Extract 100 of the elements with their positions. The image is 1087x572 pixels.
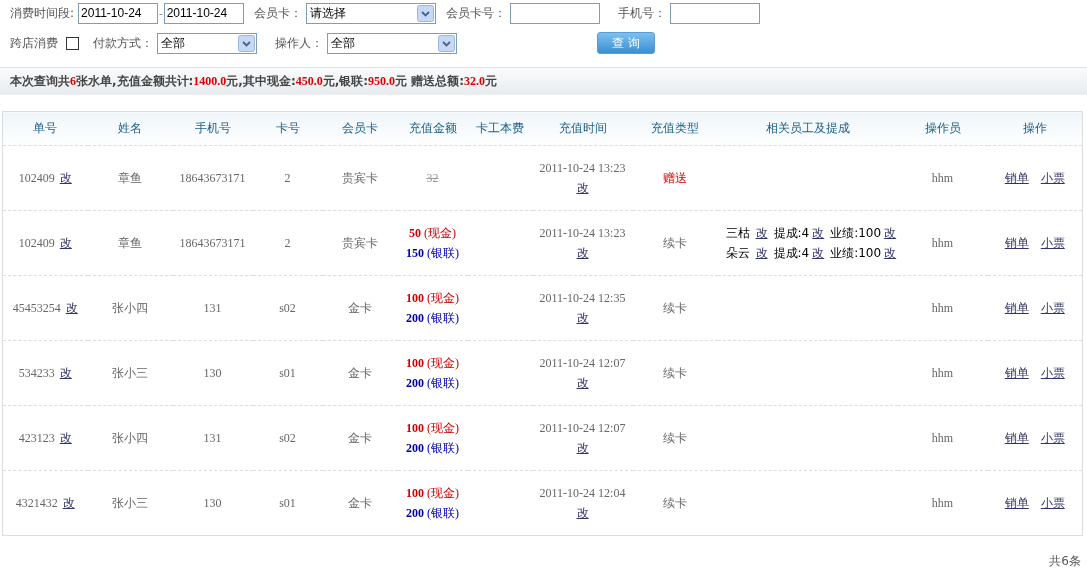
receipt-link[interactable]: 小票 [1040,236,1065,250]
performance-text: 业绩:100 [830,226,882,240]
card-number: s02 [279,431,296,445]
summary-text: 本次查询共6张水单,充值金额共计:1400.0元,其中现金:450.0元,银联:950.0元 赠送总额:32.0元 [0,67,1087,95]
cross-store-label: 跨店消费 [10,34,58,52]
edit-link[interactable]: 改 [576,181,589,195]
date-from-field[interactable]: 2011-10-24 [78,2,159,24]
column-header: 姓名 [87,111,173,146]
card-number: s01 [279,496,296,510]
payment-select[interactable]: 全部 [157,32,257,54]
edit-link[interactable]: 改 [59,236,72,250]
performance-text: 业绩:100 [830,246,882,260]
order-number: 534233 [18,366,55,380]
customer-name: 章鱼 [118,171,142,185]
operator-name: hhm [931,171,954,185]
operator-name: hhm [931,496,954,510]
card-type: 金卡 [348,366,372,380]
column-header: 会员卡 [322,111,398,146]
customer-name: 张小四 [112,431,148,445]
operator-name: hhm [931,301,954,315]
phone-number: 130 [203,366,222,380]
recharge-type: 续卡 [663,496,687,510]
recharge-time: 2011-10-24 13:23 [539,226,626,240]
edit-link[interactable]: 改 [576,441,589,455]
phone-number: 131 [203,301,222,315]
cancel-link[interactable]: 销单 [1004,496,1029,510]
staff-name: 朵云 [725,246,750,260]
date-separator: - [159,7,163,19]
operator-select[interactable]: 全部 [327,32,457,54]
amount-text: 100 (现金) [405,290,460,307]
card-type: 金卡 [348,431,372,445]
edit-link[interactable]: 改 [59,366,72,380]
cancel-link[interactable]: 销单 [1004,171,1029,185]
edit-link[interactable]: 改 [576,311,589,325]
date-label: 消费时间段: [10,4,75,22]
card-number-field[interactable] [509,2,600,24]
phone-number: 131 [203,431,222,445]
customer-name: 张小四 [112,301,148,315]
receipt-link[interactable]: 小票 [1040,301,1065,315]
amount-text: 32 [425,170,440,187]
edit-link[interactable]: 改 [884,226,897,240]
customer-name: 章鱼 [118,236,142,250]
recharge-time: 2011-10-24 12:07 [539,421,626,435]
column-header: 卡号 [252,111,323,146]
phone-number: 18643673171 [179,171,246,185]
cancel-link[interactable]: 销单 [1004,301,1029,315]
column-header: 充值时间 [532,111,633,146]
card-number-label: 会员卡号： [445,4,506,22]
receipt-link[interactable]: 小票 [1040,431,1065,445]
phone-label: 手机号： [617,4,666,22]
edit-link[interactable]: 改 [65,301,78,315]
edit-link[interactable]: 改 [812,246,825,260]
edit-link[interactable]: 改 [59,431,72,445]
cancel-link[interactable]: 销单 [1004,366,1029,380]
phone-field[interactable] [669,2,760,24]
edit-link[interactable]: 改 [755,226,768,240]
phone-number: 130 [203,496,222,510]
order-number: 102409 [18,171,55,185]
edit-link[interactable]: 改 [576,376,589,390]
recharge-type: 续卡 [663,301,687,315]
customer-name: 张小三 [112,366,148,380]
edit-link[interactable]: 改 [812,226,825,240]
card-select[interactable]: 请选择 [305,2,436,24]
operator-name: hhm [931,431,954,445]
recharge-time: 2011-10-24 12:35 [539,291,626,305]
commission-text: 提成:4 [773,226,810,240]
card-type: 金卡 [348,301,372,315]
edit-link[interactable]: 改 [62,496,75,510]
date-to-field[interactable]: 2011-10-24 [163,2,244,24]
edit-link[interactable]: 改 [755,246,768,260]
payment-label: 付款方式： [93,34,153,52]
column-header: 单号 [2,111,88,146]
column-header: 相关员工及提成 [717,111,898,146]
phone-number: 18643673171 [179,236,246,250]
operator-name: hhm [931,366,954,380]
recharge-type: 续卡 [663,366,687,380]
card-number: 2 [284,236,291,250]
amount-text: 100 (现金) [405,355,460,372]
card-type: 金卡 [348,496,372,510]
recharge-type: 续卡 [663,236,687,250]
edit-link[interactable]: 改 [576,246,589,260]
edit-link[interactable]: 改 [59,171,72,185]
receipt-link[interactable]: 小票 [1040,171,1065,185]
amount-text: 50 (现金) [408,225,457,242]
cross-store-checkbox[interactable] [66,36,79,50]
recharge-type: 续卡 [663,431,687,445]
amount-text: 200 (银联) [405,440,460,457]
column-header: 充值金额 [397,111,468,146]
amount-text: 200 (银联) [405,505,460,522]
recharge-time: 2011-10-24 12:07 [539,356,626,370]
edit-link[interactable]: 改 [884,246,897,260]
commission-text: 提成:4 [773,246,810,260]
cancel-link[interactable]: 销单 [1004,236,1029,250]
card-label: 会员卡： [253,4,302,22]
receipt-link[interactable]: 小票 [1040,366,1065,380]
amount-text: 100 (现金) [405,420,460,437]
recharge-type: 赠送 [663,171,687,185]
edit-link[interactable]: 改 [576,506,589,520]
receipt-link[interactable]: 小票 [1040,496,1065,510]
cancel-link[interactable]: 销单 [1004,431,1029,445]
